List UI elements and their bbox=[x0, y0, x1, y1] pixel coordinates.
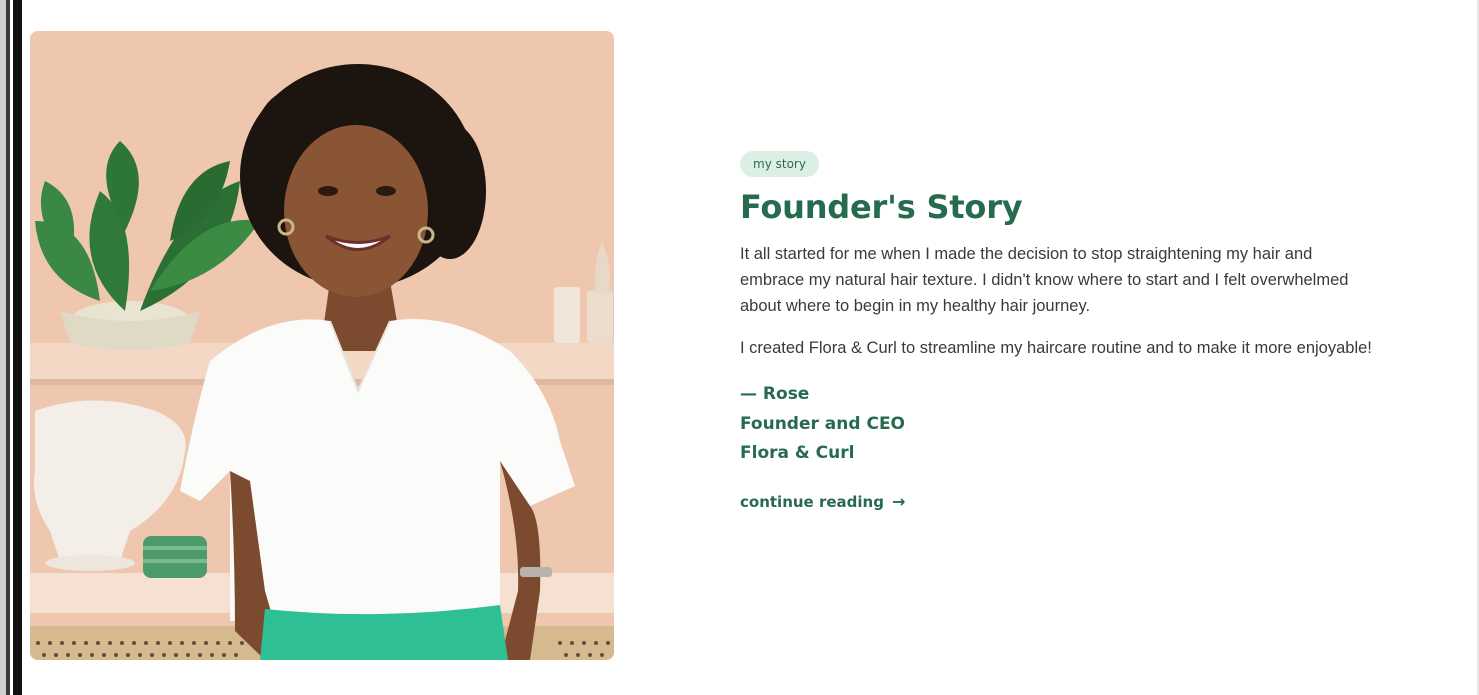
arrow-right-icon: → bbox=[891, 491, 906, 511]
window-edge-black bbox=[13, 0, 22, 695]
signature-name: — Rose bbox=[740, 384, 810, 404]
signature-role: Founder and CEO bbox=[740, 413, 906, 434]
section-title: Founder's Story bbox=[740, 188, 1023, 226]
story-paragraph-1: It all started for me when I made the de… bbox=[740, 245, 1349, 315]
story-tag: my story bbox=[740, 151, 819, 177]
signature: — Rose Founder and CEO Flora & Curl bbox=[740, 380, 1380, 469]
story-paragraph-2: I created Flora & Curl to streamline my … bbox=[740, 339, 1372, 357]
continue-reading-link[interactable]: continue reading → bbox=[740, 492, 905, 512]
founder-story-section: my story Founder's Story It all started … bbox=[740, 151, 1380, 512]
signature-company: Flora & Curl bbox=[740, 443, 855, 463]
continue-reading-label: continue reading bbox=[740, 492, 884, 511]
page: my story Founder's Story It all started … bbox=[0, 0, 1479, 695]
founder-photo bbox=[30, 31, 614, 660]
